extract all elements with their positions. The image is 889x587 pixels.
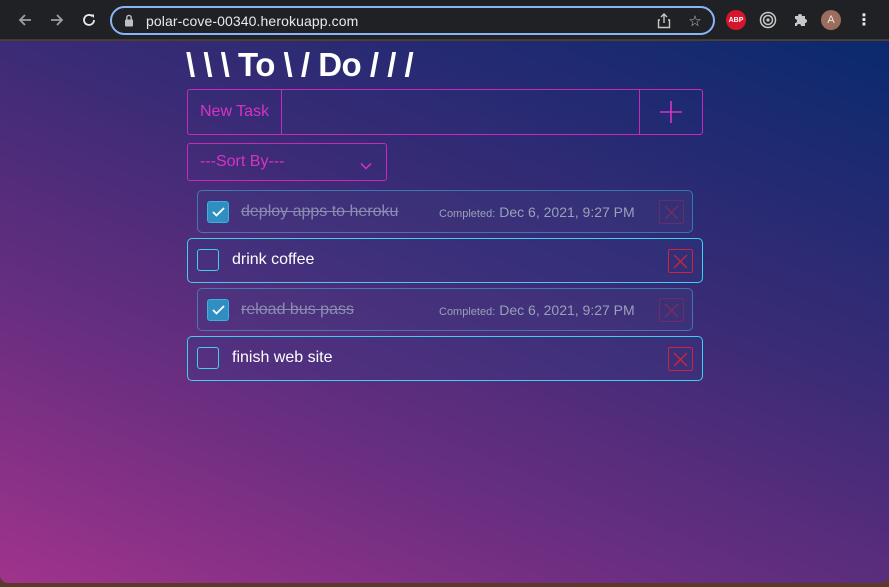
task-checkbox[interactable] xyxy=(207,201,229,223)
completed-label: Completed: xyxy=(439,208,496,220)
task-name: drink coffee xyxy=(232,251,315,268)
sort-select-value: ---Sort By--- xyxy=(200,153,285,170)
chevron-down-icon xyxy=(360,157,372,175)
lock-icon xyxy=(124,14,134,32)
browser-window: polar-cove-00340.herokuapp.com ☆ ABP A ⋮… xyxy=(0,0,889,583)
plus-icon xyxy=(660,101,682,123)
close-icon xyxy=(664,303,679,317)
task-item: deploy apps to heroku Completed: Dec 6, … xyxy=(197,190,693,233)
url-text[interactable]: polar-cove-00340.herokuapp.com xyxy=(146,13,358,29)
close-icon xyxy=(673,254,688,268)
delete-task-button[interactable] xyxy=(659,298,684,322)
task-completed-info: Completed: Dec 6, 2021, 9:27 PM xyxy=(439,302,635,318)
profile-avatar[interactable]: A xyxy=(821,10,841,30)
completed-label: Completed: xyxy=(439,306,496,318)
new-task-label: New Task xyxy=(188,90,282,134)
target-extension-icon[interactable] xyxy=(758,10,778,30)
back-icon[interactable] xyxy=(14,9,36,31)
new-task-input[interactable] xyxy=(282,90,639,134)
extensions-puzzle-icon[interactable] xyxy=(790,10,810,30)
completed-date: Dec 6, 2021, 9:27 PM xyxy=(499,302,635,318)
task-item: drink coffee xyxy=(187,238,703,283)
page-title: \ \ \ To \ / Do / / / xyxy=(186,46,414,83)
check-icon xyxy=(211,305,225,315)
task-checkbox[interactable] xyxy=(197,347,219,369)
sort-select[interactable]: ---Sort By--- xyxy=(187,143,387,181)
task-item: finish web site xyxy=(187,336,703,381)
browser-menu-icon[interactable]: ⋮ xyxy=(854,10,874,30)
reload-icon[interactable] xyxy=(78,9,100,31)
delete-task-button[interactable] xyxy=(668,249,693,273)
forward-icon[interactable] xyxy=(46,9,68,31)
task-checkbox[interactable] xyxy=(197,249,219,271)
delete-task-button[interactable] xyxy=(659,200,684,224)
close-icon xyxy=(664,205,679,219)
task-checkbox[interactable] xyxy=(207,299,229,321)
new-task-form: New Task xyxy=(187,89,703,135)
task-item: reload bus pass Completed: Dec 6, 2021, … xyxy=(197,288,693,331)
app-page: \ \ \ To \ / Do / / / New Task ---Sort B… xyxy=(0,41,889,583)
task-completed-info: Completed: Dec 6, 2021, 9:27 PM xyxy=(439,204,635,220)
browser-toolbar: polar-cove-00340.herokuapp.com ☆ ABP A ⋮ xyxy=(0,0,889,40)
task-name: reload bus pass xyxy=(241,301,354,318)
add-task-button[interactable] xyxy=(639,90,702,134)
address-bar[interactable]: polar-cove-00340.herokuapp.com ☆ xyxy=(110,6,715,35)
share-icon[interactable] xyxy=(656,13,672,29)
delete-task-button[interactable] xyxy=(668,347,693,371)
close-icon xyxy=(673,352,688,366)
completed-date: Dec 6, 2021, 9:27 PM xyxy=(499,204,635,220)
task-name: deploy apps to heroku xyxy=(241,203,399,220)
adblock-plus-icon[interactable]: ABP xyxy=(726,10,746,30)
task-name: finish web site xyxy=(232,349,333,366)
bookmark-star-icon[interactable]: ☆ xyxy=(687,13,703,30)
check-icon xyxy=(211,207,225,217)
